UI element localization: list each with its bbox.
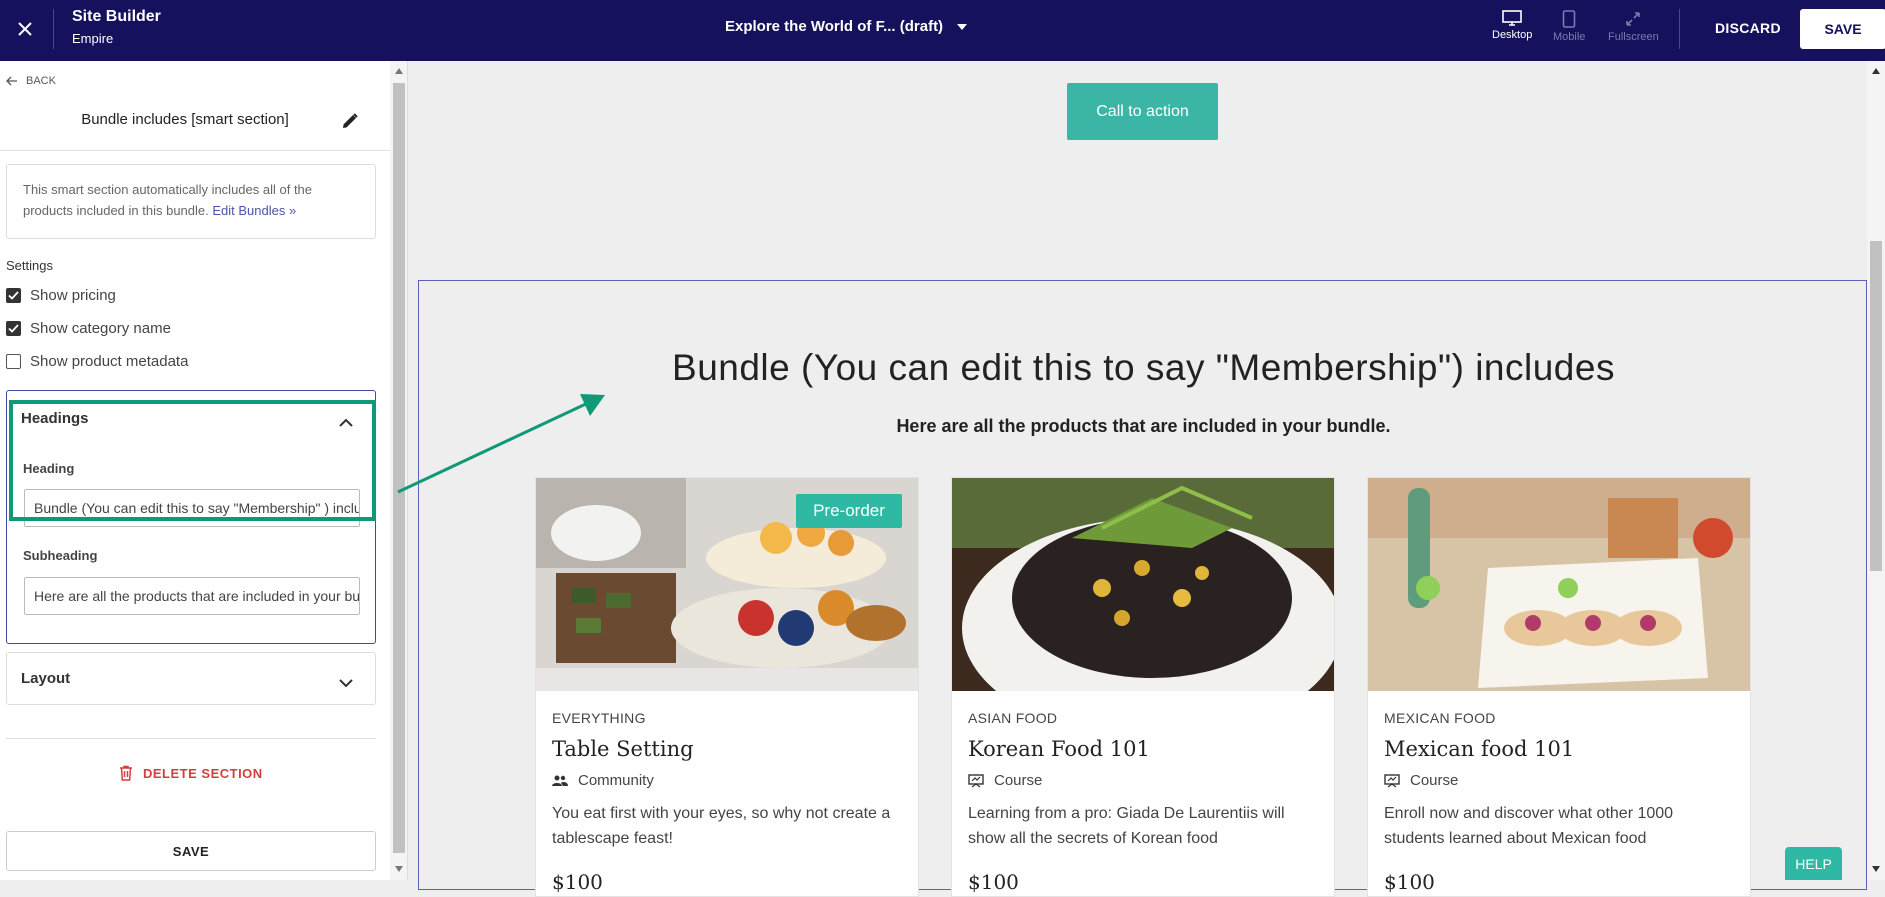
bundle-heading: Bundle (You can edit this to say "Member… (672, 347, 1615, 388)
edit-bundles-link[interactable]: Edit Bundles » (212, 203, 296, 218)
desktop-icon (1502, 10, 1522, 26)
help-button[interactable]: HELP (1785, 847, 1842, 880)
product-card[interactable]: Pre-order EVERYTHING Table Setting Commu… (535, 477, 919, 897)
checkbox-empty-icon (6, 354, 21, 369)
product-description: You eat first with your eyes, so why not… (552, 805, 891, 847)
show-pricing-checkbox[interactable]: Show pricing (6, 287, 116, 304)
product-image-mexican-food (1368, 478, 1750, 691)
mobile-icon (1562, 10, 1576, 28)
app-title-block: Site Builder Empire (72, 8, 161, 46)
product-price: $100 (552, 870, 603, 894)
product-card[interactable]: MEXICAN FOOD Mexican food 101 Course Enr… (1367, 477, 1751, 897)
discard-button[interactable]: DISCARD (1715, 20, 1781, 36)
page-selector[interactable]: Explore the World of F... (draft) (725, 18, 968, 35)
show-product-metadata-checkbox[interactable]: Show product metadata (6, 353, 188, 370)
product-card[interactable]: ASIAN FOOD Korean Food 101 Course Learni… (951, 477, 1335, 897)
page-title: Explore the World of F... (draft) (725, 18, 944, 35)
scrollbar-thumb[interactable] (1870, 241, 1882, 571)
pre-order-badge: Pre-order (796, 494, 902, 528)
bundle-subheading: Here are all the products that are inclu… (896, 416, 1391, 436)
call-to-action-button[interactable]: Call to action (1067, 83, 1218, 140)
product-image-korean-food (952, 478, 1334, 691)
sidebar-save-button[interactable]: SAVE (6, 831, 376, 871)
fullscreen-icon (1626, 12, 1641, 26)
pencil-icon[interactable] (341, 112, 359, 134)
layout-panel-title: Layout (21, 670, 71, 687)
save-button[interactable]: SAVE (1800, 9, 1885, 49)
site-name: Empire (72, 31, 114, 46)
device-fullscreen-button[interactable]: Fullscreen (1608, 10, 1659, 43)
product-description: Learning from a pro: Giada De Laurentiis… (968, 805, 1285, 847)
device-mobile-button[interactable]: Mobile (1553, 10, 1585, 43)
close-icon[interactable] (10, 14, 40, 44)
course-icon (1384, 773, 1400, 787)
subheading-input[interactable]: Here are all the products that are inclu… (24, 577, 360, 615)
product-category: EVERYTHING (552, 710, 646, 726)
show-category-name-checkbox[interactable]: Show category name (6, 320, 171, 337)
settings-sidebar: BACK Bundle includes [smart section] Thi… (0, 61, 390, 880)
chevron-down-icon[interactable] (339, 673, 353, 692)
course-icon (968, 773, 984, 787)
product-name: Korean Food 101 (968, 737, 1150, 761)
product-type: Course (968, 772, 1042, 789)
selected-bundle-section[interactable]: Bundle (You can edit this to say "Member… (418, 280, 1867, 897)
settings-label: Settings (6, 258, 53, 273)
product-description: Enroll now and discover what other 1000 … (1384, 805, 1674, 847)
delete-section-button[interactable]: DELETE SECTION (119, 765, 263, 781)
device-desktop-button[interactable]: Desktop (1492, 10, 1532, 41)
chevron-up-icon[interactable] (339, 412, 353, 431)
people-icon (552, 775, 568, 786)
heading-label: Heading (23, 461, 75, 476)
trash-icon (120, 765, 132, 781)
checkbox-checked-icon (6, 321, 21, 336)
scroll-down-icon[interactable] (395, 866, 403, 872)
checkbox-checked-icon (6, 288, 21, 303)
scroll-up-icon[interactable] (1872, 68, 1880, 74)
headings-panel-title: Headings (21, 410, 89, 427)
top-bar: Site Builder Empire Explore the World of… (0, 0, 1885, 61)
sidebar-scrollbar[interactable] (390, 61, 408, 880)
product-type: Community (552, 772, 654, 789)
canvas-scrollbar[interactable] (1867, 61, 1885, 880)
back-link[interactable]: BACK (6, 75, 56, 87)
divider (53, 9, 54, 49)
product-price: $100 (1384, 870, 1435, 894)
headings-panel: Headings Heading Bundle (You can edit th… (6, 390, 376, 644)
product-name: Table Setting (552, 737, 694, 761)
product-price: $100 (968, 870, 1019, 894)
product-category: MEXICAN FOOD (1384, 710, 1496, 726)
chevron-down-icon (957, 23, 968, 30)
page-preview-canvas: Call to action Bundle (You can edit this… (409, 61, 1867, 897)
scroll-down-icon[interactable] (1872, 866, 1880, 872)
product-type: Course (1384, 772, 1458, 789)
divider (1679, 9, 1680, 49)
divider (6, 738, 376, 739)
product-name: Mexican food 101 (1384, 737, 1575, 761)
section-title: Bundle includes [smart section] (81, 111, 289, 128)
heading-input[interactable]: Bundle (You can edit this to say "Member… (24, 489, 360, 527)
divider (0, 150, 390, 151)
scrollbar-thumb[interactable] (393, 83, 405, 853)
scroll-up-icon[interactable] (395, 68, 403, 74)
info-box: This smart section automatically include… (6, 164, 376, 239)
app-name: Site Builder (72, 8, 161, 25)
arrow-left-icon (6, 76, 17, 86)
product-category: ASIAN FOOD (968, 710, 1058, 726)
layout-panel[interactable]: Layout (6, 652, 376, 705)
subheading-label: Subheading (23, 548, 98, 563)
